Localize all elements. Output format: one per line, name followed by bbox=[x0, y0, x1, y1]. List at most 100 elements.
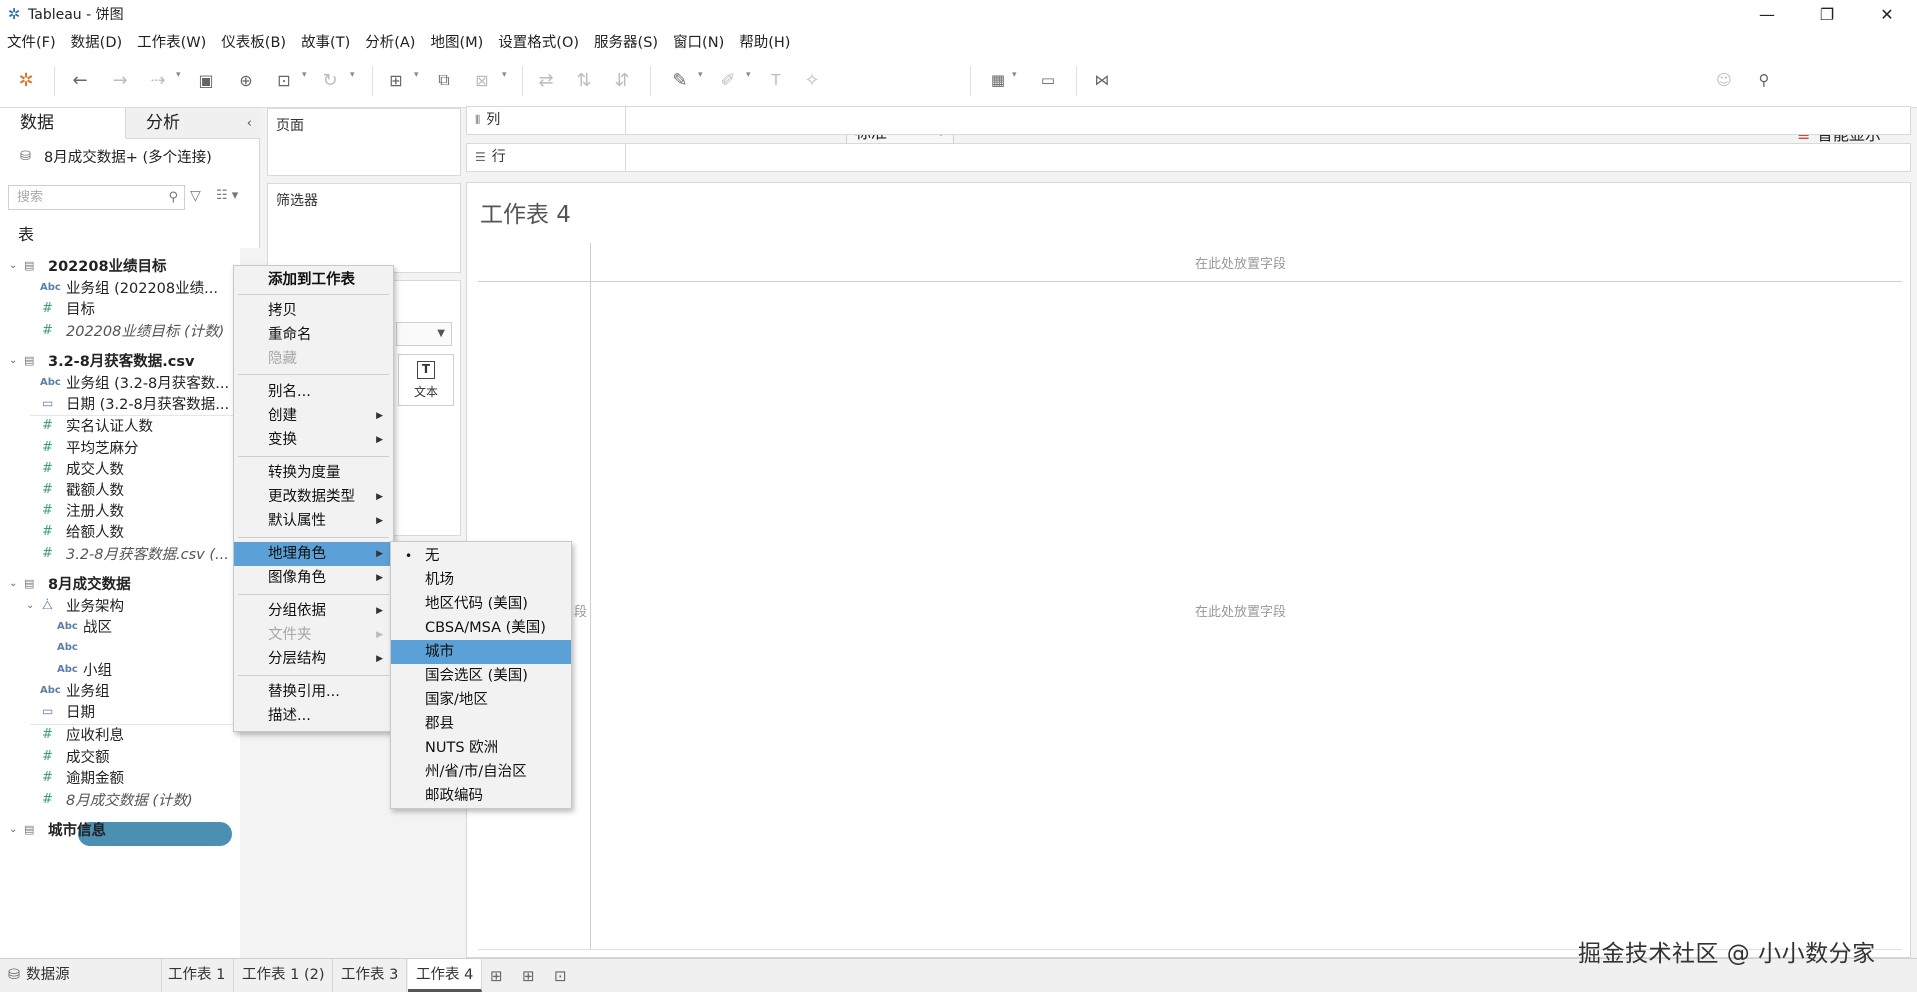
chevron-down-icon[interactable]: ▾ bbox=[350, 70, 355, 80]
explain-data-icon[interactable]: ☺ bbox=[1712, 68, 1736, 92]
field-row[interactable]: Abc 业务组 (3.2-8月获客数... bbox=[0, 371, 240, 393]
menu-transform[interactable]: 变换 ▶ bbox=[234, 428, 393, 452]
menu-folders[interactable]: 文件夹 ▶ bbox=[234, 623, 393, 647]
text-mark-button[interactable]: T 文本 bbox=[398, 354, 454, 406]
menu-window[interactable]: 窗口(N) bbox=[666, 31, 732, 52]
highlight-icon[interactable]: ✎ bbox=[668, 68, 692, 92]
pin-icon[interactable]: ⚲ bbox=[1752, 68, 1776, 92]
new-dashboard-icon[interactable]: ⊞ bbox=[522, 967, 535, 985]
table-row[interactable]: ⌄ ▤ 城市信息 bbox=[0, 818, 240, 840]
field-row[interactable]: # 3.2-8月获客数据.csv (... bbox=[0, 542, 240, 564]
presentation-mode-icon[interactable]: ▭ bbox=[1036, 68, 1060, 92]
undo-icon[interactable]: ← bbox=[68, 68, 92, 92]
duplicate-sheet-icon[interactable]: ⧉ bbox=[432, 68, 456, 92]
sort-descending-icon[interactable]: ⇵ bbox=[610, 68, 634, 92]
chevron-down-icon[interactable]: ⌄ bbox=[9, 824, 17, 835]
field-row[interactable]: # 成交额 bbox=[0, 745, 240, 767]
geo-nuts-europe[interactable]: NUTS 欧洲 bbox=[391, 736, 571, 760]
menu-data[interactable]: 数据(D) bbox=[64, 31, 130, 52]
chevron-down-icon[interactable]: ▾ bbox=[746, 70, 751, 80]
field-row[interactable]: Abc 业务组 bbox=[0, 679, 240, 701]
chevron-down-icon[interactable]: ⌄ bbox=[9, 578, 17, 589]
chevron-down-icon[interactable]: ▾ bbox=[1012, 70, 1017, 80]
mark-type-dropdown[interactable]: ▼ bbox=[396, 322, 452, 346]
menu-format[interactable]: 设置格式(O) bbox=[491, 31, 587, 52]
menu-convert-to-measure[interactable]: 转换为度量 bbox=[234, 461, 393, 485]
new-worksheet-icon[interactable]: ⊞ bbox=[384, 68, 408, 92]
menu-copy[interactable]: 拷贝 bbox=[234, 299, 393, 323]
worksheet-canvas[interactable]: 工作表 4 在此处放置字段 在此处放置字段 段 bbox=[466, 182, 1911, 958]
new-story-icon[interactable]: ⊡ bbox=[554, 967, 567, 985]
geo-county[interactable]: 郡县 bbox=[391, 712, 571, 736]
share-icon[interactable]: ⋈ bbox=[1090, 68, 1114, 92]
field-row[interactable]: # 平均芝麻分 bbox=[0, 436, 240, 458]
table-row[interactable]: ⌄ ▤ 3.2-8月获客数据.csv bbox=[0, 349, 240, 371]
group-members-icon[interactable]: ✐ bbox=[716, 68, 740, 92]
geo-area-code[interactable]: 地区代码 (美国) bbox=[391, 592, 571, 616]
minimize-icon[interactable]: — bbox=[1737, 0, 1797, 28]
menu-server[interactable]: 服务器(S) bbox=[587, 31, 666, 52]
redo-icon[interactable]: → bbox=[108, 68, 132, 92]
chevron-down-icon[interactable]: ▾ bbox=[698, 70, 703, 80]
search-input[interactable]: 搜索 ⚲ bbox=[8, 185, 185, 210]
menu-replace-references[interactable]: 替换引用... bbox=[234, 680, 393, 704]
sort-ascending-icon[interactable]: ⇅ bbox=[572, 68, 596, 92]
columns-shelf[interactable]: ⦀ 列 bbox=[466, 106, 1911, 135]
fix-axes-icon[interactable]: ✧ bbox=[800, 68, 824, 92]
menu-rename[interactable]: 重命名 bbox=[234, 323, 393, 347]
field-row[interactable]: # 8月成交数据 (计数) bbox=[0, 788, 240, 810]
field-row[interactable]: # 目标 bbox=[0, 297, 240, 319]
show-mark-labels-icon[interactable]: T bbox=[764, 68, 788, 92]
geo-cbsa-msa[interactable]: CBSA/MSA (美国) bbox=[391, 616, 571, 640]
geo-country-region[interactable]: 国家/地区 bbox=[391, 688, 571, 712]
menu-create[interactable]: 创建 ▶ bbox=[234, 404, 393, 428]
tab-analysis[interactable]: 分析 ‹ bbox=[126, 108, 260, 139]
geo-airport[interactable]: 机场 bbox=[391, 568, 571, 592]
field-row[interactable]: Abc 战区 bbox=[0, 615, 240, 637]
field-row[interactable]: # 实名认证人数 bbox=[0, 414, 240, 436]
tab-datasource[interactable]: ⛁ 数据源 bbox=[0, 959, 162, 992]
field-row[interactable]: Abc 小组 bbox=[0, 658, 240, 680]
chevron-down-icon[interactable]: ⌄ bbox=[9, 260, 17, 271]
geo-zip-code[interactable]: 邮政编码 bbox=[391, 784, 571, 808]
menu-story[interactable]: 故事(T) bbox=[294, 31, 358, 52]
chevron-down-icon[interactable]: ▾ bbox=[414, 70, 419, 80]
menu-analysis[interactable]: 分析(A) bbox=[358, 31, 423, 52]
drop-field-hint-center[interactable]: 在此处放置字段 bbox=[1195, 601, 1286, 620]
menu-add-to-sheet[interactable]: 添加到工作表 bbox=[234, 268, 393, 292]
field-row[interactable]: # 202208业绩目标 (计数) bbox=[0, 319, 240, 341]
sheet-title[interactable]: 工作表 4 bbox=[480, 195, 571, 229]
field-row[interactable]: ▭ 日期 (3.2-8月获客数据... bbox=[0, 392, 240, 414]
tab-sheet-3[interactable]: 工作表 3 bbox=[333, 959, 408, 992]
rows-shelf[interactable]: ☰ 行 bbox=[466, 143, 1911, 172]
drop-field-hint-left[interactable]: 段 bbox=[574, 601, 587, 620]
menu-worksheet[interactable]: 工作表(W) bbox=[130, 31, 214, 52]
field-row[interactable]: # 逾期金额 bbox=[0, 766, 240, 788]
restore-icon[interactable]: ❐ bbox=[1797, 0, 1857, 28]
tab-sheet-4[interactable]: 工作表 4 bbox=[408, 959, 483, 992]
menu-geographic-role[interactable]: 地理角色 ▶ bbox=[234, 542, 393, 566]
chevron-left-icon[interactable]: ‹ bbox=[247, 108, 252, 139]
tab-data[interactable]: 数据 bbox=[0, 108, 126, 139]
filters-card[interactable]: 筛选器 bbox=[267, 183, 461, 273]
refresh-icon[interactable]: ↻ bbox=[318, 68, 342, 92]
field-row[interactable]: # 戳额人数 bbox=[0, 478, 240, 500]
pages-card[interactable]: 页面 bbox=[267, 108, 461, 176]
geo-congressional-district[interactable]: 国会选区 (美国) bbox=[391, 664, 571, 688]
replay-icon[interactable]: ⇢ bbox=[146, 68, 170, 92]
data-connection[interactable]: ⛁ 8月成交数据+ (多个连接) bbox=[20, 146, 212, 167]
chevron-down-icon[interactable]: ▾ bbox=[302, 70, 307, 80]
drop-field-hint-top[interactable]: 在此处放置字段 bbox=[1195, 253, 1286, 272]
field-row[interactable]: # 应收利息 bbox=[0, 723, 240, 745]
filter-icon[interactable]: ▽ bbox=[190, 188, 201, 204]
hierarchy-row[interactable]: ⌄ ⧊ 业务架构 bbox=[0, 594, 240, 616]
menu-help[interactable]: 帮助(H) bbox=[732, 31, 798, 52]
menu-group-by[interactable]: 分组依据 ▶ bbox=[234, 599, 393, 623]
geo-state-province[interactable]: 州/省/市/自治区 bbox=[391, 760, 571, 784]
tab-sheet-1[interactable]: 工作表 1 bbox=[160, 959, 235, 992]
new-datasource-icon[interactable]: ⊕ bbox=[234, 68, 258, 92]
chevron-down-icon[interactable]: ⌄ bbox=[9, 355, 17, 366]
save-icon[interactable]: ▣ bbox=[194, 68, 218, 92]
menu-change-data-type[interactable]: 更改数据类型 ▶ bbox=[234, 485, 393, 509]
chevron-down-icon[interactable]: ⌄ bbox=[26, 600, 34, 611]
